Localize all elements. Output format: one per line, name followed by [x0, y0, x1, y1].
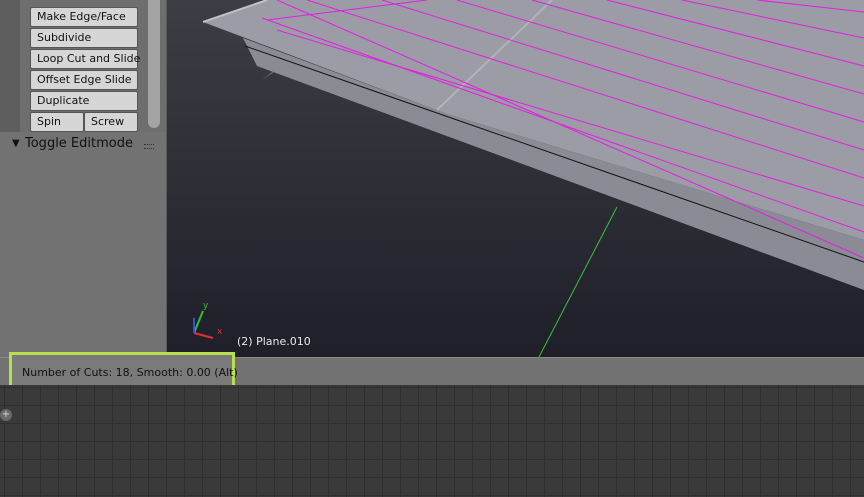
toggle-editmode-panel-header[interactable]: ▼ Toggle Editmode — [0, 133, 166, 155]
drag-grip-icon[interactable] — [144, 144, 154, 149]
3d-viewport[interactable]: x y (2) Plane.010 — [167, 0, 864, 357]
subdivide-button[interactable]: Subdivide — [30, 28, 138, 48]
axis-gizmo — [193, 310, 214, 339]
offset-edge-slide-button[interactable]: Offset Edge Slide — [30, 70, 138, 90]
last-operator-info-box[interactable]: Number of Cuts: 18, Smooth: 0.00 (Alt) — [9, 352, 238, 388]
screw-button[interactable]: Screw — [84, 112, 138, 132]
spin-button[interactable]: Spin — [30, 112, 84, 132]
active-object-name: (2) Plane.010 — [237, 335, 311, 348]
collapse-triangle-icon[interactable]: ▼ — [12, 138, 20, 149]
y-axis-line — [538, 206, 618, 357]
mesh-tools-panel: Make Edge/Face Subdivide Loop Cut and Sl… — [0, 0, 166, 132]
node-editor-grid[interactable] — [0, 385, 864, 497]
toolshelf-scrollbar[interactable] — [148, 0, 160, 128]
panel-tab-strip[interactable] — [0, 0, 20, 132]
duplicate-button[interactable]: Duplicate — [30, 91, 138, 111]
toggle-editmode-title: Toggle Editmode — [25, 136, 133, 151]
tool-shelf: Make Edge/Face Subdivide Loop Cut and Sl… — [0, 0, 167, 357]
loop-cut-and-slide-button[interactable]: Loop Cut and Slide — [30, 49, 140, 69]
axis-x-label: x — [217, 327, 223, 337]
mesh-top-face — [203, 0, 864, 240]
operator-status-text: Number of Cuts: 18, Smooth: 0.00 (Alt) — [22, 366, 238, 379]
mesh-render — [193, 0, 864, 357]
make-edge-face-button[interactable]: Make Edge/Face — [30, 7, 138, 27]
add-plus-icon[interactable]: + — [0, 409, 12, 421]
axis-y-label: y — [203, 301, 209, 311]
